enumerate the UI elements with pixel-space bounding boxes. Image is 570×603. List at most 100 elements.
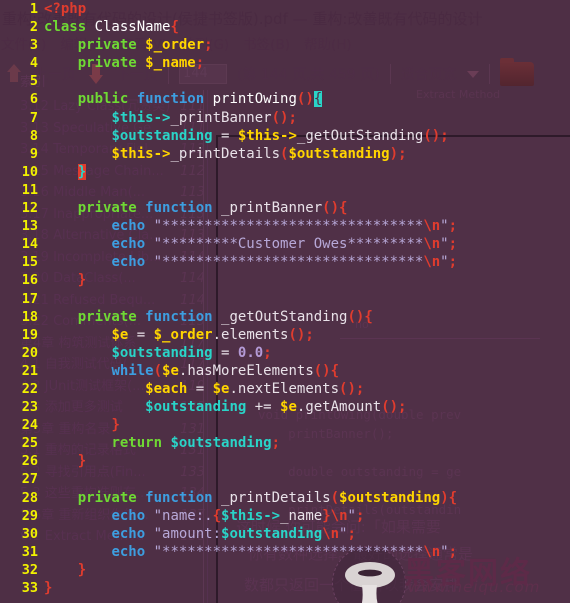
code-line-content[interactable]: <?php <box>44 0 86 18</box>
code-line-content[interactable]: $outstanding = $this->_getOutStanding(); <box>44 127 449 145</box>
code-line[interactable]: 17 <box>0 290 570 308</box>
code-line[interactable]: 13 echo "*******************************… <box>0 217 570 235</box>
code-line[interactable]: 19 $e = $_order.elements(); <box>0 326 570 344</box>
code-token: "******************************* <box>153 254 424 271</box>
line-number: 18 <box>21 308 38 325</box>
code-line-content[interactable]: private $_order; <box>44 36 213 54</box>
code-line[interactable]: 29 echo "name:.{$this->_name}\n"; <box>0 507 570 525</box>
code-line-content[interactable]: echo "*********Customer Owes*********\n"… <box>44 235 457 253</box>
code-line-content[interactable]: } <box>44 416 120 434</box>
code-line-content[interactable]: echo "*******************************\n"… <box>44 543 457 561</box>
code-line[interactable]: 18 private function _getOutStanding(){ <box>0 308 570 326</box>
code-line[interactable]: 26 } <box>0 452 570 470</box>
code-line[interactable]: 30 echo "amount:$outstanding\n"; <box>0 525 570 543</box>
code-line[interactable]: 5 <box>0 72 570 90</box>
code-line-content[interactable]: } <box>44 579 52 597</box>
code-line-content[interactable]: } <box>44 452 86 470</box>
code-line[interactable]: 11 <box>0 181 570 199</box>
code-line-content[interactable]: } <box>44 561 86 579</box>
code-line[interactable]: 27 <box>0 470 570 488</box>
code-line-content[interactable]: $each = $e.nextElements(); <box>44 380 364 398</box>
code-line[interactable]: 4 private $_name; <box>0 54 570 72</box>
code-line-content[interactable]: private $_name; <box>44 54 204 72</box>
code-line[interactable]: 28 private function _printDetails($outst… <box>0 489 570 507</box>
code-line[interactable]: 25 return $outstanding; <box>0 434 570 452</box>
code-line-content[interactable]: $outstanding += $e.getAmount(); <box>44 398 406 416</box>
code-line-content[interactable]: echo "*******************************\n"… <box>44 217 457 235</box>
code-line-content[interactable]: } <box>44 163 87 181</box>
code-line-content[interactable]: public function printOwing(){ <box>44 90 323 108</box>
code-line[interactable]: 22 $each = $e.nextElements(); <box>0 380 570 398</box>
code-line[interactable]: 8 $outstanding = $this->_getOutStanding(… <box>0 127 570 145</box>
code-line[interactable]: 15 echo "*******************************… <box>0 253 570 271</box>
code-line-content[interactable]: class ClassName{ <box>44 18 179 36</box>
code-token: "******************************* <box>153 543 424 560</box>
code-token: ( <box>153 362 163 379</box>
code-token: private <box>77 308 146 325</box>
code-line[interactable]: 9 $this->_printDetails($outstanding); <box>0 145 570 163</box>
line-number: 21 <box>21 362 38 379</box>
code-line[interactable]: 12 private function _printBanner(){ <box>0 199 570 217</box>
code-token: $e <box>280 399 297 416</box>
code-token: $this-> <box>237 127 297 144</box>
code-line-content[interactable]: $e = $_order.elements(); <box>44 326 313 344</box>
code-line-content[interactable]: private function _printDetails($outstand… <box>44 489 457 507</box>
code-token: ; <box>448 218 458 235</box>
code-line[interactable]: 6 public function printOwing(){ <box>0 90 570 108</box>
code-token: ; <box>271 435 281 452</box>
code-line-content[interactable]: while($e.hasMoreElements(){ <box>44 362 339 380</box>
code-token: $outstanding <box>111 344 213 361</box>
code-token: { <box>170 19 179 36</box>
code-line-content[interactable]: } <box>44 271 86 289</box>
code-token: () <box>381 399 399 416</box>
code-editor[interactable]: 1 <?php 2 class ClassName{3 private $_order… <box>0 0 570 603</box>
code-line[interactable]: 14 echo "*********Customer Owes*********… <box>0 235 570 253</box>
code-token: } <box>44 580 53 596</box>
code-line[interactable]: 31 echo "*******************************… <box>0 543 570 561</box>
code-line-content[interactable]: private function _printBanner(){ <box>44 199 348 217</box>
code-token: echo <box>111 254 154 271</box>
code-line[interactable]: 16 } <box>0 271 570 289</box>
code-line-content[interactable]: $outstanding = 0.0; <box>44 344 272 362</box>
code-line[interactable]: 24 } <box>0 416 570 434</box>
code-line[interactable]: 1 <?php <box>0 0 570 18</box>
code-token: } <box>111 417 120 434</box>
code-token: () <box>339 380 356 397</box>
code-token: " <box>347 507 356 524</box>
code-line-content[interactable]: return $outstanding; <box>44 434 280 452</box>
line-number: 2 <box>29 19 38 36</box>
code-line-content[interactable]: echo "*******************************\n"… <box>44 253 457 271</box>
code-line-content[interactable]: echo "name:.{$this->_name}\n"; <box>44 507 364 525</box>
code-line[interactable]: 23 $outstanding += $e.getAmount(); <box>0 398 570 416</box>
code-line-content[interactable]: $this->_printDetails($outstanding); <box>44 145 406 163</box>
code-token: ; <box>195 55 205 72</box>
code-line-content[interactable]: private function _getOutStanding(){ <box>44 308 373 326</box>
code-token: $e <box>162 362 179 379</box>
code-token: } <box>77 561 87 578</box>
code-line[interactable]: 2 class ClassName{ <box>0 18 570 36</box>
line-number: 28 <box>21 489 38 506</box>
code-token: = <box>212 127 238 144</box>
code-token: private <box>77 37 146 54</box>
code-line[interactable]: 21 while($e.hasMoreElements(){ <box>0 362 570 380</box>
line-number: 33 <box>21 580 38 596</box>
code-token: ; <box>440 127 449 144</box>
code-line[interactable]: 3 private $_order; <box>0 36 570 54</box>
line-number: 11 <box>21 181 38 198</box>
code-token: public <box>77 91 137 108</box>
code-line[interactable]: 10 } <box>0 163 570 181</box>
code-line-content[interactable]: echo "amount:$outstanding\n"; <box>44 525 355 543</box>
code-line[interactable]: 32 } <box>0 561 570 579</box>
code-token: ; <box>263 344 272 361</box>
code-line-content[interactable]: $this->_printBanner(); <box>44 109 296 127</box>
code-line[interactable]: 33} <box>0 579 570 597</box>
code-line[interactable]: 7 $this->_printBanner(); <box>0 109 570 127</box>
code-line[interactable]: 20 $outstanding = 0.0; <box>0 344 570 362</box>
